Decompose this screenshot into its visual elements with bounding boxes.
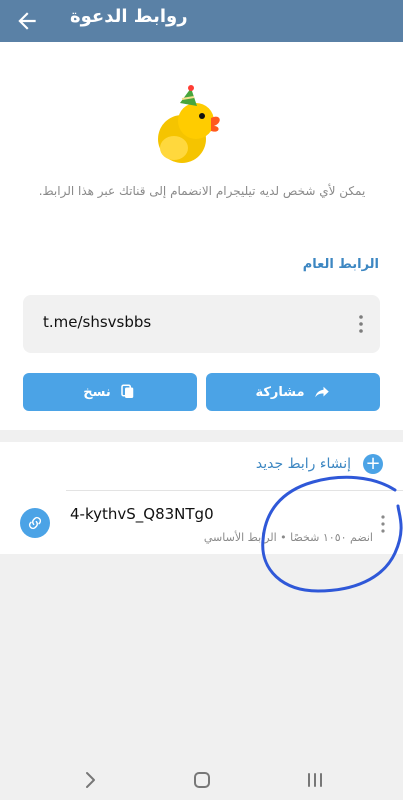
share-button-label: مشاركة	[255, 384, 305, 400]
public-link-url: t.me/shsvsbbs	[43, 313, 152, 331]
home-nav-icon[interactable]	[190, 768, 214, 792]
copy-icon	[120, 384, 133, 398]
hand-drawn-circle-annotation	[261, 475, 403, 593]
share-icon	[314, 386, 329, 398]
invite-link-code: 4-kythvS_Q83NTg0	[70, 505, 214, 523]
copy-button[interactable]: نسخ	[23, 373, 197, 411]
app-header: روابط الدعوة	[0, 0, 403, 42]
share-button[interactable]: مشاركة	[206, 373, 380, 411]
back-nav-icon[interactable]	[79, 768, 103, 792]
invite-hint-text: يمكن لأي شخص لديه تيليجرام الانضمام إلى …	[38, 184, 366, 198]
copy-button-label: نسخ	[83, 384, 111, 400]
more-options-icon[interactable]	[359, 315, 363, 333]
public-link-field[interactable]: t.me/shsvsbbs	[23, 295, 380, 353]
page-title: روابط الدعوة	[70, 6, 188, 27]
link-icon	[20, 508, 50, 538]
public-link-section-title: الرابط العام	[302, 257, 379, 272]
back-arrow-icon[interactable]	[14, 8, 40, 34]
recent-apps-nav-icon[interactable]	[303, 768, 327, 792]
duck-sticker-icon	[158, 85, 220, 163]
android-navigation-bar	[0, 760, 403, 800]
